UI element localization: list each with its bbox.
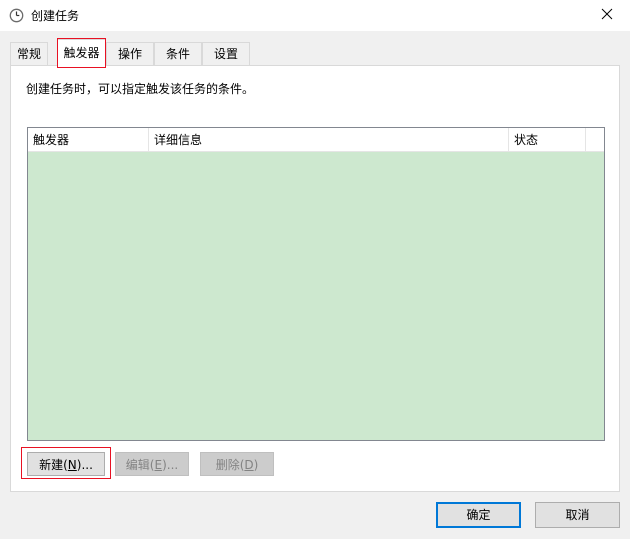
title-bar: 创建任务	[0, 0, 630, 31]
cancel-button[interactable]: 取消	[535, 502, 620, 528]
close-icon	[601, 8, 613, 23]
column-header-status[interactable]: 状态	[509, 128, 586, 152]
tab-settings[interactable]: 设置	[202, 42, 250, 66]
tab-triggers[interactable]: 触发器	[57, 39, 106, 67]
panel-description: 创建任务时，可以指定触发该任务的条件。	[26, 82, 255, 96]
column-header-details[interactable]: 详细信息	[149, 128, 509, 152]
ok-button[interactable]: 确定	[436, 502, 521, 528]
tab-actions[interactable]: 操作	[106, 42, 154, 66]
new-button[interactable]: 新建(N)...	[27, 452, 105, 476]
close-button[interactable]	[584, 0, 630, 31]
column-header-trigger[interactable]: 触发器	[28, 128, 149, 152]
delete-button[interactable]: 删除(D)	[200, 452, 274, 476]
clock-icon	[9, 8, 24, 23]
tab-general[interactable]: 常规	[10, 42, 48, 66]
tab-panel: 创建任务时，可以指定触发该任务的条件。 触发器 详细信息 状态 新建(N)...…	[10, 65, 620, 492]
triggers-list[interactable]: 触发器 详细信息 状态	[27, 127, 605, 441]
list-header: 触发器 详细信息 状态	[28, 128, 604, 152]
tab-conditions[interactable]: 条件	[154, 42, 202, 66]
edit-button[interactable]: 编辑(E)...	[115, 452, 189, 476]
window-title: 创建任务	[31, 9, 80, 23]
